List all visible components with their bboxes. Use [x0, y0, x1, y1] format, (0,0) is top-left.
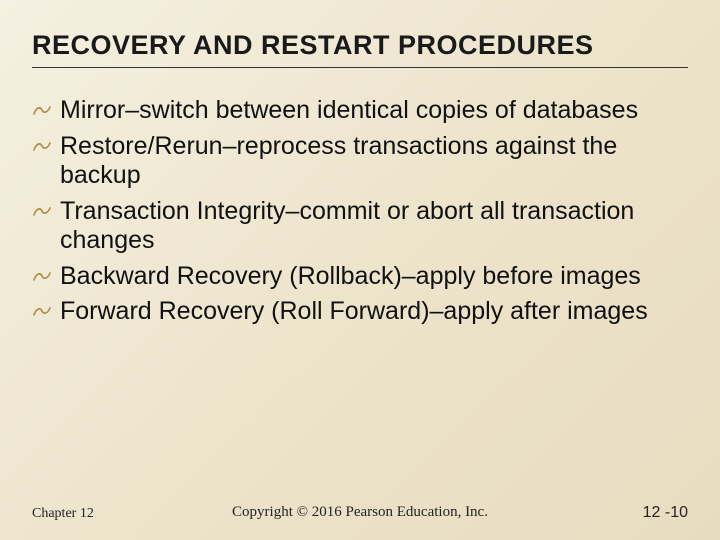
list-item: Forward Recovery (Roll Forward)–apply af… [32, 297, 688, 327]
bullet-icon [32, 138, 52, 156]
bullet-icon [32, 303, 52, 321]
bullet-icon [32, 203, 52, 221]
page-number: 12 -10 [643, 504, 688, 522]
slide-body: RECOVERY AND RESTART PROCEDURES Mirror–s… [0, 0, 720, 540]
chapter-label: Chapter 12 [32, 506, 94, 522]
bullet-icon [32, 268, 52, 286]
bullet-icon [32, 102, 52, 120]
list-item: Backward Recovery (Rollback)–apply befor… [32, 262, 688, 292]
copyright-text: Copyright © 2016 Pearson Education, Inc. [232, 504, 488, 521]
list-item: Transaction Integrity–commit or abort al… [32, 197, 688, 256]
list-item: Restore/Rerun–reprocess transactions aga… [32, 132, 688, 191]
footer: Chapter 12 Copyright © 2016 Pearson Educ… [0, 504, 720, 522]
slide-title: RECOVERY AND RESTART PROCEDURES [32, 30, 688, 68]
bullet-list: Mirror–switch between identical copies o… [32, 96, 688, 327]
list-item: Mirror–switch between identical copies o… [32, 96, 688, 126]
